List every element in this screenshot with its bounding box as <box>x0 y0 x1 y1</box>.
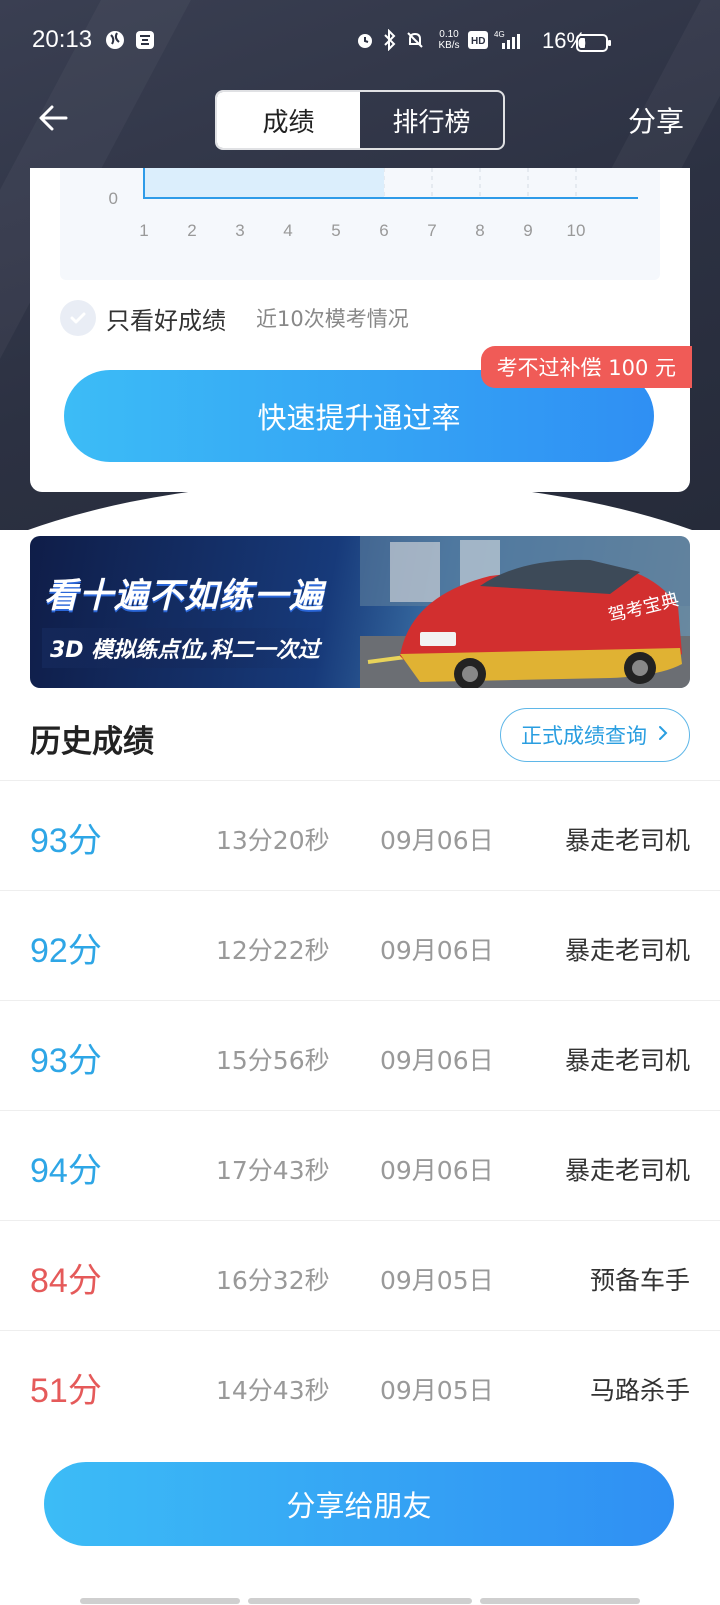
row-date: 09月06日 <box>380 1046 494 1075</box>
chart-area <box>144 168 384 198</box>
mute-icon <box>404 28 426 52</box>
chart-x-tick: 10 <box>567 221 586 240</box>
car-image: 驾考宝典 <box>360 536 690 688</box>
bluetooth-icon <box>380 28 400 52</box>
chevron-right-icon <box>657 723 669 747</box>
history-row[interactable]: 93分 15分56秒 09月06日 暴走老司机 <box>0 1000 720 1110</box>
chart-x-tick: 6 <box>379 221 388 240</box>
top-nav: 成绩 排行榜 分享 <box>0 86 720 150</box>
status-bar: 20:13 0.10 KB/s HD 4G 16% <box>0 0 720 80</box>
row-duration: 17分43秒 <box>216 1156 330 1185</box>
globe-icon <box>104 28 126 52</box>
net-speed: 0.10 KB/s <box>438 29 460 51</box>
history-list: 93分 13分20秒 09月06日 暴走老司机 92分 12分22秒 09月06日 暴走老司机… <box>0 780 720 1440</box>
banner-subline: 3D 模拟练点位,科二一次过 <box>42 628 328 668</box>
history-title: 历史成绩 <box>30 724 154 760</box>
history-row[interactable]: 84分 16分32秒 09月05日 预备车手 <box>0 1220 720 1330</box>
chart-x-tick: 7 <box>427 221 436 240</box>
row-score: 94分 <box>30 1152 102 1190</box>
chart-x-tick: 9 <box>523 221 532 240</box>
nav-bar-segment <box>80 1598 240 1604</box>
good-score-filter[interactable]: 只看好成绩 近10次模考情况 <box>60 298 409 338</box>
row-date: 09月05日 <box>380 1266 494 1295</box>
promo-banner[interactable]: 驾考宝典 看十遍不如练一遍 3D 模拟练点位,科二一次过 <box>30 536 690 688</box>
score-card: 0 1 2 3 4 5 6 7 8 9 10 只看好成绩 近10次模考情况 快速提升通过率 考不过补… <box>30 168 692 492</box>
row-title: 暴走老司机 <box>564 1156 690 1185</box>
chart-x-tick: 4 <box>283 221 292 240</box>
chart-y-tick: 0 <box>109 189 118 208</box>
filter-sub-label: 近10次模考情况 <box>256 307 409 331</box>
tab-scores[interactable]: 成绩 <box>217 92 360 148</box>
score-chart: 0 1 2 3 4 5 6 7 8 9 10 <box>60 168 660 280</box>
banner-headline: 看十遍不如练一遍 <box>44 576 324 616</box>
alarm-icon <box>354 28 376 52</box>
share-link[interactable]: 分享 <box>628 100 684 140</box>
official-score-query-button[interactable]: 正式成绩查询 <box>500 708 690 762</box>
row-title: 暴走老司机 <box>564 826 690 855</box>
app-notification-icon <box>134 28 156 52</box>
row-date: 09月06日 <box>380 936 494 965</box>
row-title: 马路杀手 <box>589 1376 690 1405</box>
nav-bar-segment <box>480 1598 640 1604</box>
row-score: 92分 <box>30 932 102 970</box>
share-to-friends-button[interactable]: 分享给朋友 <box>44 1462 674 1546</box>
row-duration: 14分43秒 <box>216 1376 330 1405</box>
tab-leaderboard[interactable]: 排行榜 <box>360 92 503 148</box>
row-date: 09月05日 <box>380 1376 494 1405</box>
row-score: 93分 <box>30 1042 102 1080</box>
chart-x-tick: 8 <box>475 221 484 240</box>
history-row[interactable]: 92分 12分22秒 09月06日 暴走老司机 <box>0 890 720 1000</box>
row-title: 暴走老司机 <box>564 1046 690 1075</box>
row-score: 84分 <box>30 1262 102 1300</box>
chart-x-tick: 1 <box>139 221 148 240</box>
row-date: 09月06日 <box>380 826 494 855</box>
query-label: 正式成绩查询 <box>521 724 647 748</box>
filter-label: 只看好成绩 <box>106 306 226 335</box>
chart-x-tick: 5 <box>331 221 340 240</box>
row-score: 93分 <box>30 822 102 860</box>
score-chart-svg: 0 1 2 3 4 5 6 7 8 9 10 <box>109 168 638 240</box>
row-duration: 16分32秒 <box>216 1266 330 1295</box>
checkbox-icon[interactable] <box>60 300 96 336</box>
svg-text:HD: HD <box>471 36 485 47</box>
compensation-badge: 考不过补偿 100 元 <box>480 346 692 388</box>
chart-x-tick: 3 <box>235 221 244 240</box>
row-title: 暴走老司机 <box>564 936 690 965</box>
svg-text:4G: 4G <box>494 30 505 39</box>
status-time: 20:13 <box>32 26 93 53</box>
segmented-tabs: 成绩 排行榜 <box>215 90 505 150</box>
back-arrow-icon[interactable] <box>36 100 72 136</box>
row-duration: 13分20秒 <box>216 826 330 855</box>
row-duration: 15分56秒 <box>216 1046 330 1075</box>
signal-icon: 4G <box>494 28 524 52</box>
nav-bar-segment <box>248 1598 472 1604</box>
history-row[interactable]: 93分 13分20秒 09月06日 暴走老司机 <box>0 780 720 890</box>
chart-x-tick: 2 <box>187 221 196 240</box>
row-title: 预备车手 <box>589 1266 690 1295</box>
row-score: 51分 <box>30 1372 102 1410</box>
history-row[interactable]: 94分 17分43秒 09月06日 暴走老司机 <box>0 1110 720 1220</box>
row-date: 09月06日 <box>380 1156 494 1185</box>
battery-icon <box>576 31 612 55</box>
history-row[interactable]: 51分 14分43秒 09月05日 马路杀手 <box>0 1330 720 1440</box>
row-duration: 12分22秒 <box>216 936 330 965</box>
hd-icon: HD <box>468 28 488 52</box>
